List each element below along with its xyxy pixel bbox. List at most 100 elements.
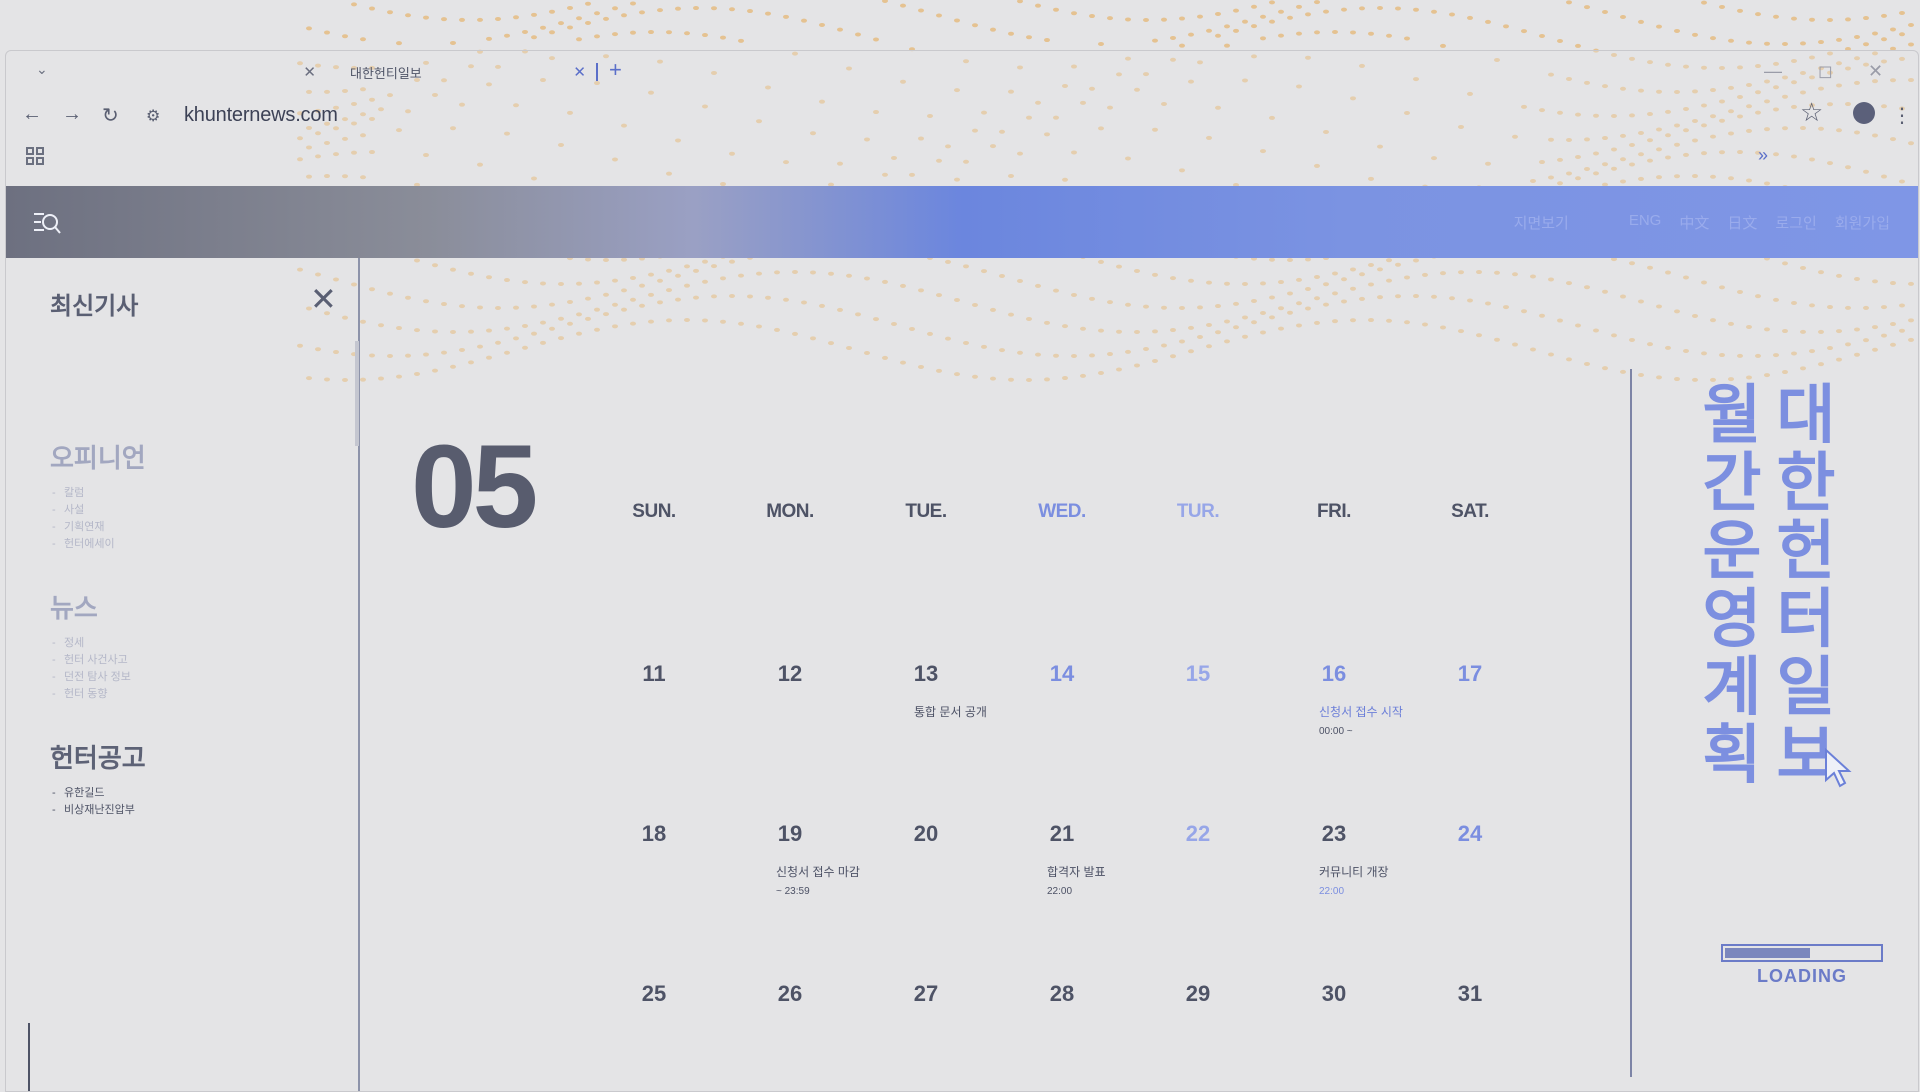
decor-dot: [486, 36, 492, 41]
sidebar-link[interactable]: 사설: [50, 502, 146, 519]
more-bookmarks-icon[interactable]: »: [1758, 145, 1768, 166]
calendar-day[interactable]: 21: [1002, 821, 1122, 847]
profile-avatar-icon[interactable]: [1852, 101, 1876, 131]
sidebar-section-opinion: 오피니언 칼럼 사설 기획연재 헌터에세이: [50, 438, 146, 553]
nav-japanese[interactable]: 日文: [1727, 212, 1757, 233]
decor-dot: [954, 18, 960, 23]
decor-dot: [1386, 33, 1392, 38]
calendar-day[interactable]: 12: [730, 661, 850, 687]
panel-divider: [1630, 369, 1632, 1077]
section-title[interactable]: 오피니언: [50, 438, 146, 475]
site-settings-icon[interactable]: ⚙: [146, 106, 160, 126]
decor-dot: [1728, 38, 1734, 43]
sidebar-link[interactable]: 유한길드: [50, 785, 146, 802]
sidebar-link[interactable]: 던전 탐사 정보: [50, 669, 131, 686]
decor-dot: [369, 6, 375, 11]
calendar-event[interactable]: 통합 문서 공개: [914, 703, 987, 720]
calendar-day[interactable]: 16: [1274, 661, 1394, 687]
calendar-day[interactable]: 23: [1274, 821, 1394, 847]
forward-icon[interactable]: →: [62, 103, 82, 126]
address-bar[interactable]: khunternews.com: [184, 104, 338, 127]
decor-dot: [738, 38, 744, 43]
calendar-event[interactable]: 합격자 발표 22:00: [1047, 863, 1106, 897]
decor-dot: [459, 17, 465, 22]
decor-dot: [450, 40, 456, 45]
decor-dot: [576, 37, 582, 42]
calendar-day[interactable]: 15: [1138, 661, 1258, 687]
nav-signup[interactable]: 회원가입: [1835, 212, 1890, 233]
new-tab-button[interactable]: +: [609, 57, 622, 83]
tab-khunternews[interactable]: 대한헌티일보 ✕: [336, 59, 586, 85]
decor-dot: [1755, 12, 1761, 17]
sidebar-link[interactable]: 헌터에세이: [50, 536, 146, 553]
apps-grid-icon[interactable]: [26, 147, 44, 165]
minimize-button[interactable]: —: [1764, 61, 1782, 82]
sidebar-link[interactable]: 비상재난진압부: [50, 802, 146, 819]
decor-dot: [666, 30, 672, 35]
decor-dot: [1260, 14, 1266, 19]
calendar-day[interactable]: 24: [1410, 821, 1530, 847]
page-scrollbar[interactable]: [1918, 501, 1919, 651]
calendar-day[interactable]: 13: [866, 661, 986, 687]
decor-dot: [1701, 0, 1707, 5]
calendar-day[interactable]: 11: [594, 661, 714, 687]
calendar-day[interactable]: 22: [1138, 821, 1258, 847]
calendar-day[interactable]: 20: [866, 821, 986, 847]
decor-dot: [1071, 11, 1077, 16]
sidebar-link[interactable]: 정세: [50, 635, 131, 652]
sidebar-link[interactable]: 헌터 동향: [50, 686, 131, 703]
decor-dot: [1584, 5, 1590, 10]
calendar-day[interactable]: 17: [1410, 661, 1530, 687]
calendar-event[interactable]: 신청서 접수 시작 00:00 ~: [1319, 703, 1403, 737]
decor-dot: [1854, 35, 1860, 40]
calendar-day[interactable]: 19: [730, 821, 850, 847]
calendar-day[interactable]: 26: [730, 981, 850, 1007]
menu-search-icon[interactable]: [32, 208, 62, 238]
close-window-button[interactable]: ✕: [1868, 61, 1883, 82]
calendar-day[interactable]: 29: [1138, 981, 1258, 1007]
decor-dot: [1224, 43, 1230, 48]
reload-icon[interactable]: ↻: [102, 103, 119, 128]
nav-print-edition[interactable]: 지면보기: [1514, 212, 1569, 233]
calendar-day[interactable]: 18: [594, 821, 714, 847]
section-title[interactable]: 뉴스: [50, 588, 131, 625]
section-title[interactable]: 헌터공고: [50, 738, 146, 775]
decor-dot: [1323, 9, 1329, 14]
tab-strip: ⌄ ✕ 대한헌티일보 ✕ + — ◻ ✕: [6, 51, 1918, 93]
sidebar-scrollbar[interactable]: [355, 341, 359, 446]
calendar-event[interactable]: 신청서 접수 마감 ~ 23:59: [776, 863, 860, 897]
decor-dot: [1575, 43, 1581, 48]
calendar-day[interactable]: 25: [594, 981, 714, 1007]
tab-blank[interactable]: ✕: [26, 59, 316, 85]
decor-dot: [1899, 32, 1905, 37]
bookmark-star-icon[interactable]: ☆: [1800, 97, 1823, 128]
calendar-day[interactable]: 14: [1002, 661, 1122, 687]
close-sidebar-icon[interactable]: ✕: [310, 280, 337, 318]
weekday-mon: MON.: [766, 501, 814, 522]
maximize-button[interactable]: ◻: [1818, 61, 1833, 82]
sidebar-link[interactable]: 칼럼: [50, 485, 146, 502]
calendar-day[interactable]: 30: [1274, 981, 1394, 1007]
calendar-day[interactable]: 27: [866, 981, 986, 1007]
decor-dot: [585, 20, 591, 25]
close-tab-icon[interactable]: ✕: [303, 63, 316, 81]
decor-dot: [1143, 17, 1149, 22]
event-title: 통합 문서 공개: [914, 705, 987, 719]
close-tab-icon[interactable]: ✕: [573, 63, 586, 81]
nav-login[interactable]: 로그인: [1775, 212, 1816, 233]
browser-menu-icon[interactable]: ⋮: [1892, 103, 1912, 128]
sidebar-link[interactable]: 헌터 사건사고: [50, 652, 131, 669]
back-icon[interactable]: ←: [22, 103, 42, 126]
decor-dot: [702, 33, 708, 38]
calendar-event[interactable]: 커뮤니티 개장 22:00: [1319, 863, 1389, 897]
calendar-day[interactable]: 28: [1002, 981, 1122, 1007]
nav-chinese[interactable]: 中文: [1679, 212, 1709, 233]
decor-dot: [576, 16, 582, 21]
nav-eng[interactable]: ENG: [1629, 212, 1662, 233]
decor-dot: [1314, 0, 1320, 5]
decor-dot: [567, 25, 573, 30]
decor-dot: [405, 13, 411, 18]
decor-dot: [1638, 19, 1644, 24]
calendar-day[interactable]: 31: [1410, 981, 1530, 1007]
sidebar-link[interactable]: 기획연재: [50, 519, 146, 536]
